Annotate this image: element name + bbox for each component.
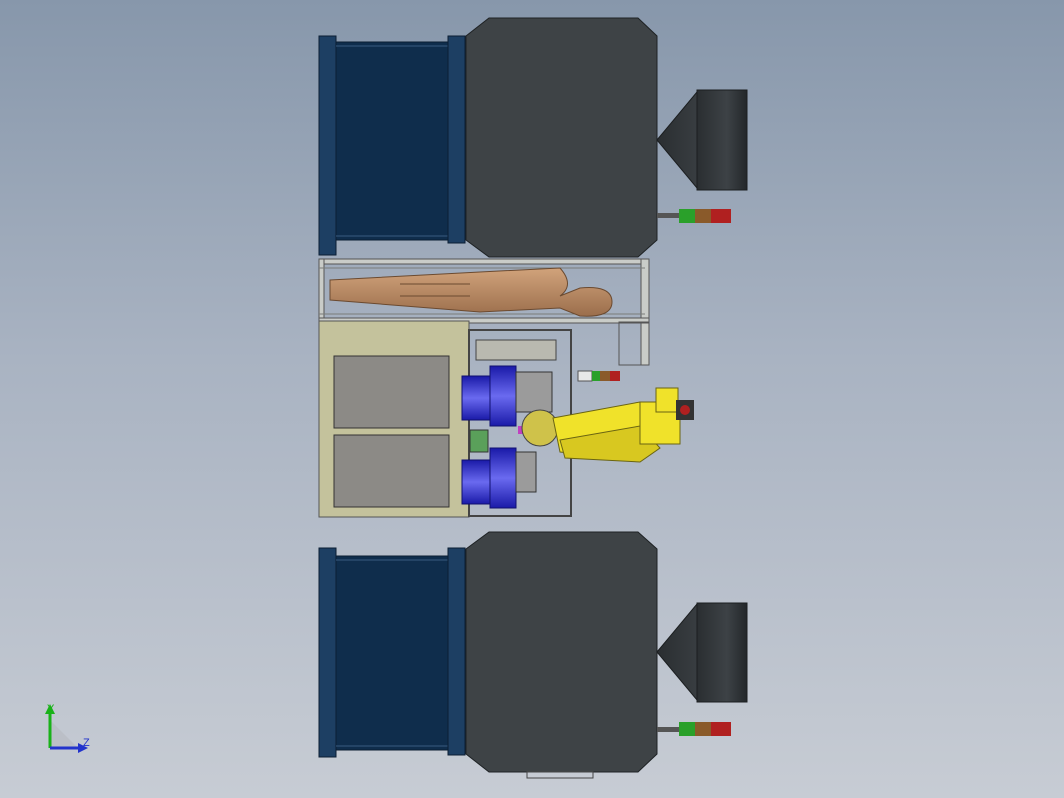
top-drum-body [335, 41, 449, 241]
top-drum-unit[interactable] [318, 17, 748, 258]
small-signal-light [577, 370, 620, 382]
triad-y-label: Y [47, 703, 55, 715]
cad-viewport[interactable]: Y Z [0, 0, 1064, 798]
lower-control-panel [333, 434, 450, 508]
bottom-cabinet [465, 531, 658, 773]
bottom-drum-unit[interactable] [318, 531, 748, 779]
upper-control-panel [333, 355, 450, 429]
axis-triad: Y Z [45, 703, 90, 753]
lower-motor [461, 447, 537, 509]
bottom-drum-right-flange [447, 547, 466, 756]
top-signal-light [657, 209, 731, 223]
top-cabinet [465, 17, 658, 258]
bottom-drum-left-flange [318, 547, 337, 758]
bottom-signal-light [657, 722, 731, 736]
top-drum-right-flange [447, 35, 466, 244]
top-drum-left-flange [318, 35, 337, 256]
mannequin [329, 267, 613, 317]
assembly-model[interactable]: Y Z [0, 0, 1064, 798]
triad-z-label: Z [83, 737, 90, 749]
bottom-drum-body [335, 555, 449, 751]
